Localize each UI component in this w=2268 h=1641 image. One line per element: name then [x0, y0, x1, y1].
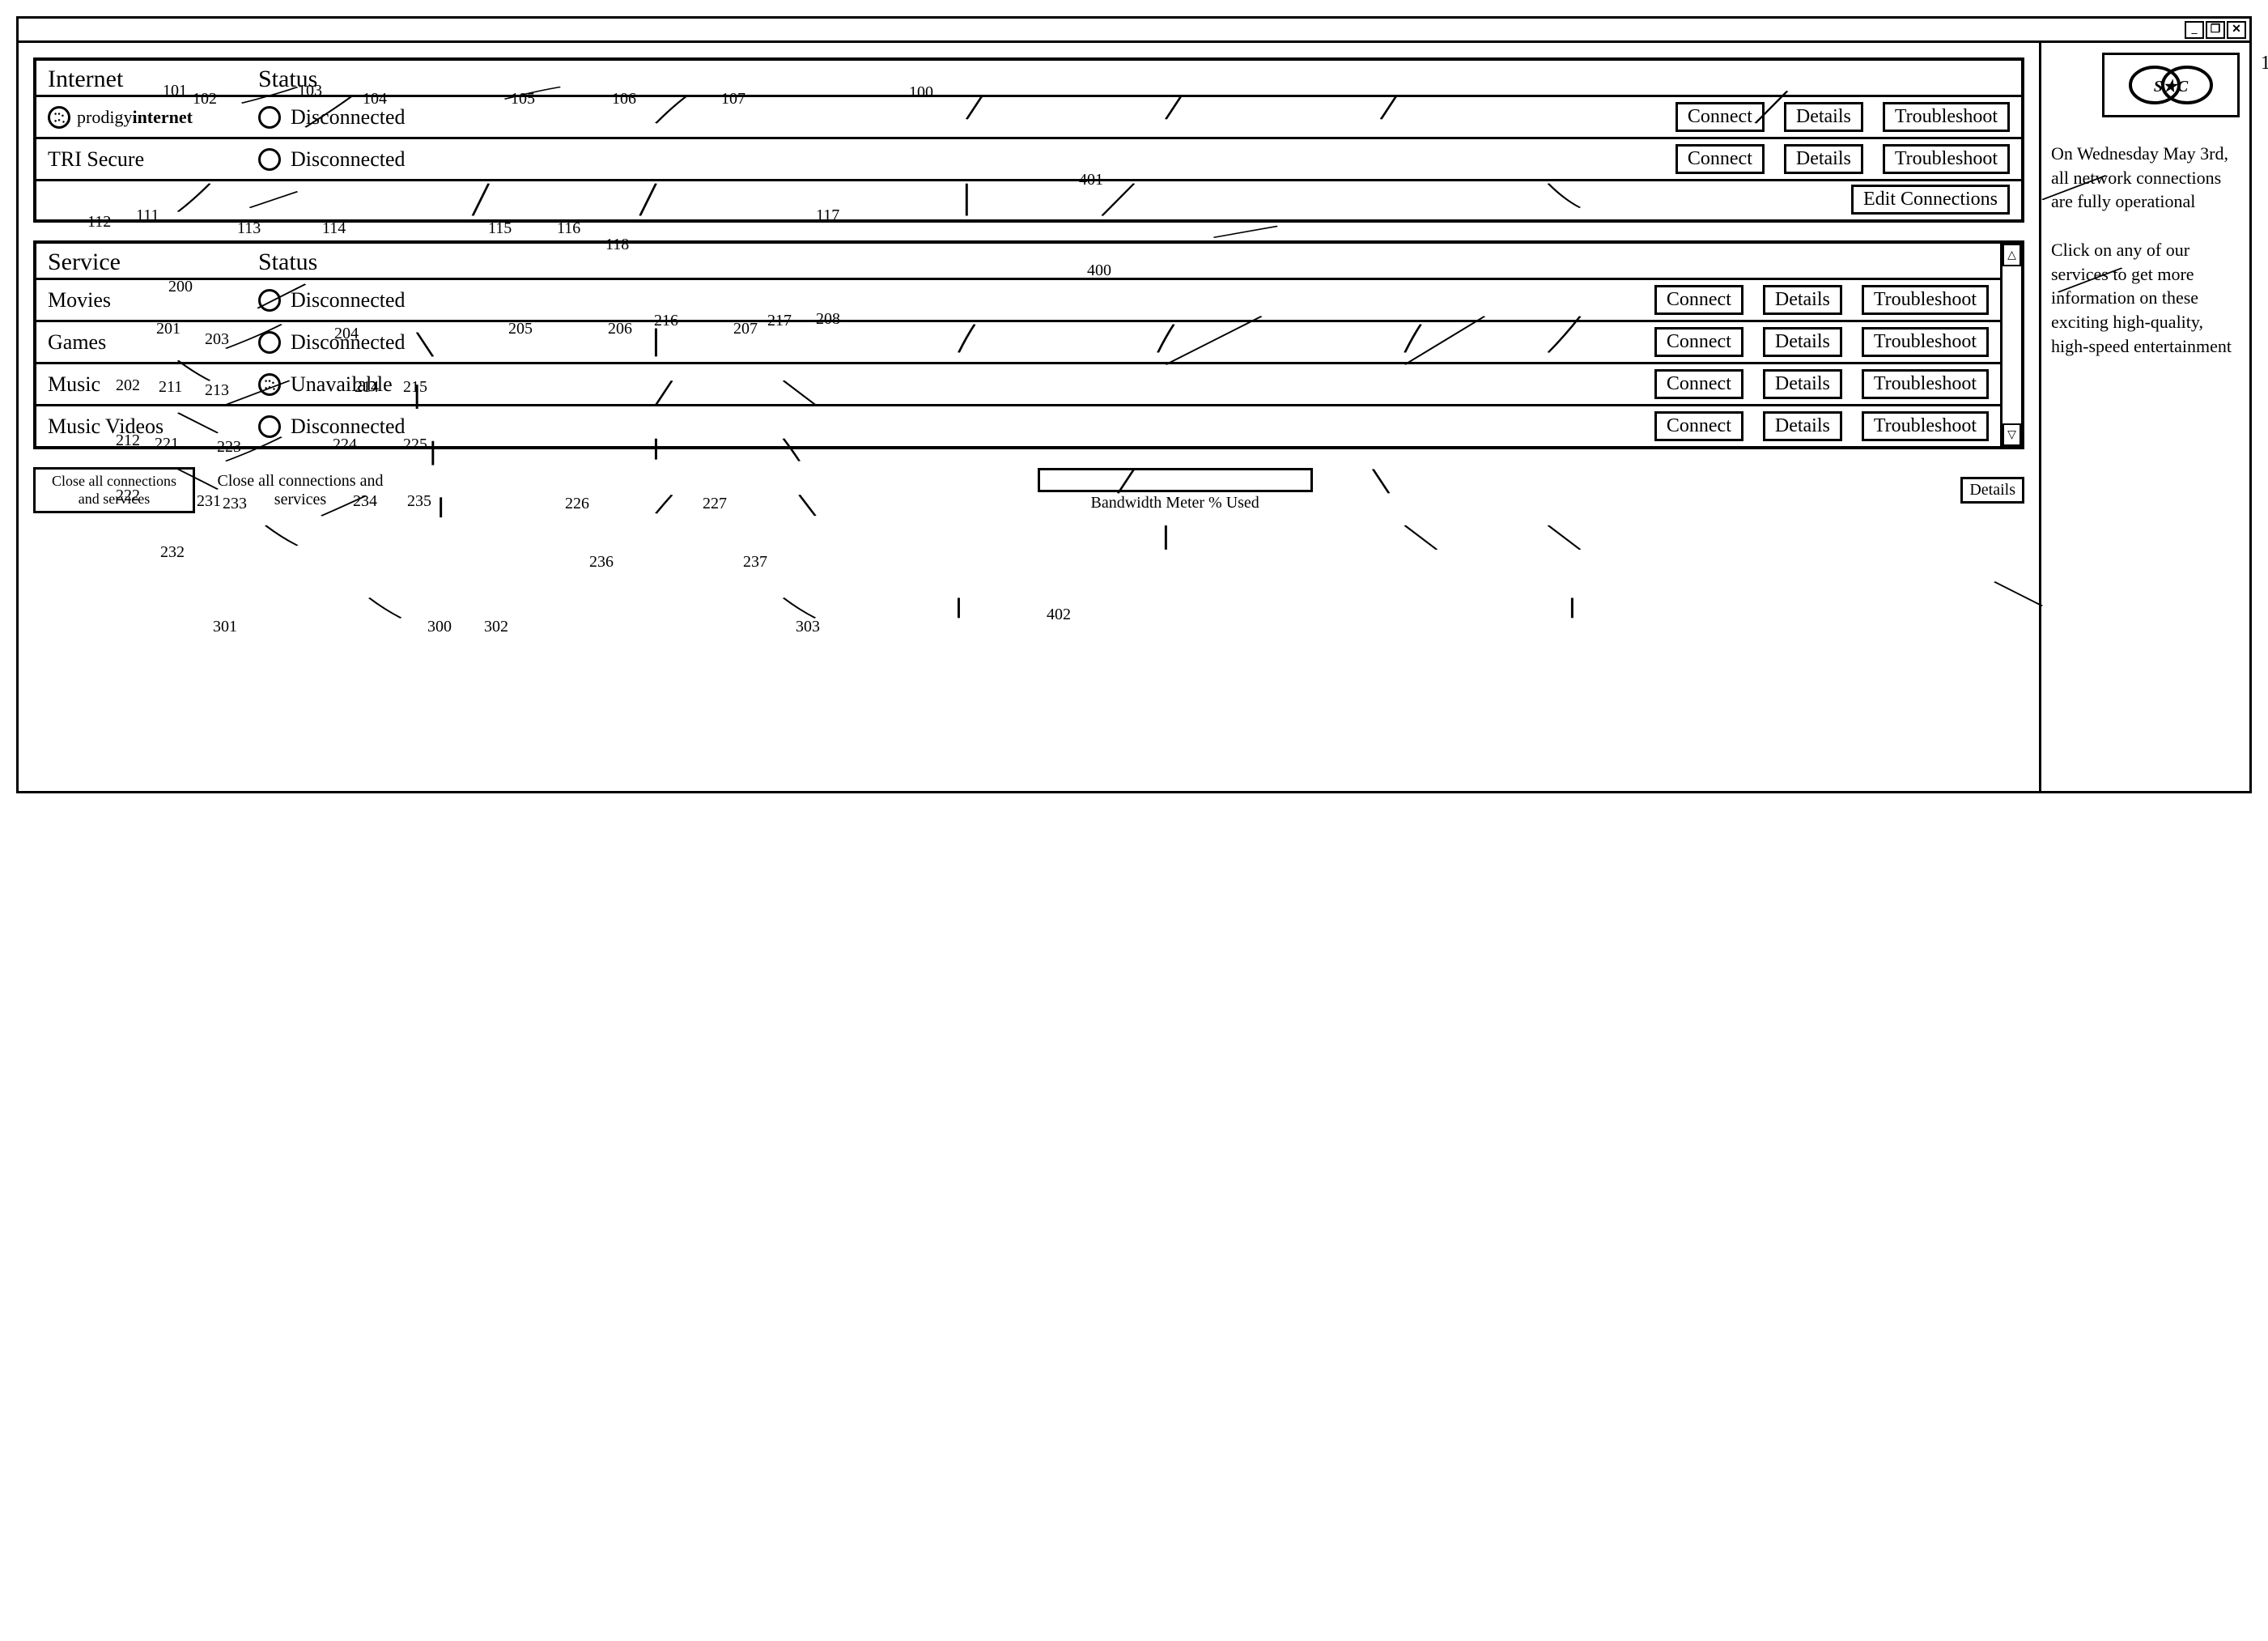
scroll-down-icon[interactable]: ▽ — [2003, 423, 2021, 446]
status-text: Disconnected — [291, 330, 406, 355]
service-row-games: Games Disconnected Connect Details Troub… — [36, 322, 2000, 364]
troubleshoot-button[interactable]: Troubleshoot — [1883, 102, 2010, 132]
service-name: Games — [48, 330, 106, 355]
internet-panel-header: Internet Status — [36, 61, 2021, 97]
internet-row-tri: TRI Secure Disconnected Connect Details … — [36, 139, 2021, 181]
service-row-movies: Movies Disconnected Connect Details Trou… — [36, 280, 2000, 322]
prodigy-icon — [48, 106, 70, 129]
bandwidth-meter-label: Bandwidth Meter % Used — [1091, 494, 1259, 512]
troubleshoot-button[interactable]: Troubleshoot — [1883, 144, 2010, 174]
service-row-musicvideos: Music Videos Disconnected Connect Detail… — [36, 406, 2000, 446]
titlebar: _ ❐ ✕ — [19, 19, 2249, 43]
minimize-button[interactable]: _ — [2185, 21, 2204, 39]
main-area: Internet Status prodigyinternet Disconne… — [19, 43, 2039, 791]
close-button[interactable]: ✕ — [2227, 21, 2246, 39]
ref-label: 10 — [2261, 53, 2268, 74]
status-dot-icon — [258, 331, 281, 354]
bottom-bar: Close all connections and services Close… — [33, 467, 2024, 513]
status-text: Disconnected — [291, 105, 406, 130]
bandwidth-meter — [1038, 468, 1313, 492]
logo-icon: S★C — [2102, 53, 2240, 117]
maximize-button[interactable]: ❐ — [2206, 21, 2225, 39]
troubleshoot-button[interactable]: Troubleshoot — [1862, 369, 1989, 399]
service-name: Music — [48, 372, 100, 397]
connect-button[interactable]: Connect — [1654, 285, 1743, 315]
service-row-music: Music Unavailable Connect Details Troubl… — [36, 364, 2000, 406]
service-header-label: Service — [48, 249, 258, 276]
details-button[interactable]: Details — [1763, 411, 1842, 441]
service-name: Movies — [48, 288, 111, 312]
service-panel: Service Status Movies Disconnected Conne… — [33, 240, 2024, 449]
bandwidth-details-button[interactable]: Details — [1960, 477, 2024, 504]
status-text: Disconnected — [291, 147, 406, 172]
status-header-label: Status — [258, 66, 2010, 93]
troubleshoot-button[interactable]: Troubleshoot — [1862, 327, 1989, 357]
status-text: Disconnected — [291, 288, 406, 312]
status-text: Disconnected — [291, 415, 406, 439]
scrollbar[interactable]: △ ▽ — [2000, 244, 2021, 446]
svg-text:S★C: S★C — [2154, 78, 2189, 96]
service-name: Music Videos — [48, 415, 164, 439]
service-panel-header: Service Status — [36, 244, 2000, 280]
details-button[interactable]: Details — [1784, 144, 1863, 174]
connect-button[interactable]: Connect — [1654, 327, 1743, 357]
edit-connections-button[interactable]: Edit Connections — [1851, 185, 2010, 215]
details-button[interactable]: Details — [1763, 369, 1842, 399]
side-panel: S★C On Wednesday May 3rd, all network co… — [2039, 43, 2249, 791]
close-all-button[interactable]: Close all connections and services — [33, 467, 195, 513]
scroll-up-icon[interactable]: △ — [2003, 244, 2021, 266]
app-window: _ ❐ ✕ Internet Status prodigyinternet — [16, 16, 2252, 793]
internet-header-label: Internet — [48, 66, 258, 93]
connect-button[interactable]: Connect — [1676, 102, 1765, 132]
side-message-1: On Wednesday May 3rd, all network connec… — [2051, 142, 2240, 214]
troubleshoot-button[interactable]: Troubleshoot — [1862, 411, 1989, 441]
connect-button[interactable]: Connect — [1676, 144, 1765, 174]
details-button[interactable]: Details — [1784, 102, 1863, 132]
internet-panel: Internet Status prodigyinternet Disconne… — [33, 57, 2024, 223]
tri-name: TRI Secure — [48, 147, 144, 172]
status-dot-icon — [258, 289, 281, 312]
close-all-label: Close all connections and services — [211, 472, 389, 509]
status-dot-icon — [258, 106, 281, 129]
prodigy-name: prodigyinternet — [77, 107, 193, 128]
details-button[interactable]: Details — [1763, 285, 1842, 315]
side-message-2: Click on any of our services to get more… — [2051, 238, 2240, 358]
status-header-label: Status — [258, 249, 1989, 276]
troubleshoot-button[interactable]: Troubleshoot — [1862, 285, 1989, 315]
status-dot-icon — [258, 148, 281, 171]
internet-row-prodigy: prodigyinternet Disconnected Connect Det… — [36, 97, 2021, 139]
connect-button[interactable]: Connect — [1654, 411, 1743, 441]
details-button[interactable]: Details — [1763, 327, 1842, 357]
status-dot-icon — [258, 373, 281, 396]
connect-button[interactable]: Connect — [1654, 369, 1743, 399]
status-dot-icon — [258, 415, 281, 438]
status-text: Unavailable — [291, 372, 393, 397]
